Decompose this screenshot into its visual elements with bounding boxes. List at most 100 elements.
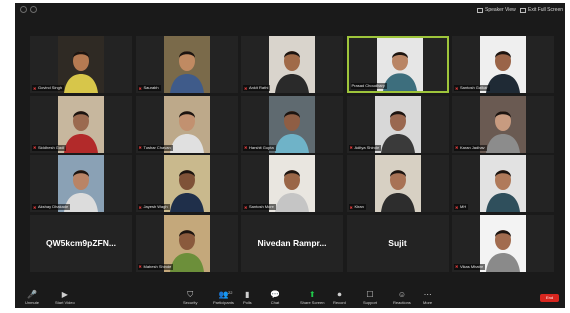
participant-video: [163, 155, 210, 212]
support-button[interactable]: ☐ Support: [363, 290, 377, 305]
participant-name-tag: ✖ Jayesh Wagh: [137, 204, 170, 210]
muted-microphone-icon: ✖: [33, 204, 37, 210]
muted-microphone-icon: ✖: [138, 264, 142, 269]
participant-tile[interactable]: ✖ Santosh Gaikar: [452, 36, 554, 93]
participant-tile[interactable]: ✖ Jayesh Wagh: [135, 155, 238, 212]
support-icon: ☐: [366, 290, 374, 299]
participant-silhouette: [275, 51, 309, 93]
reactions-button[interactable]: ☺ Reactions: [393, 290, 411, 305]
participant-name: Vikas Mhatre: [460, 263, 484, 269]
speaker-view-label: Speaker View: [485, 7, 516, 13]
participant-name: Aditya Shinde: [354, 144, 380, 150]
participant-gallery: ✖ Govind Singh ✖ Saurabh ✖ Ankit Rathi Prasad …: [30, 36, 554, 281]
participant-tile[interactable]: ✖ Santosh More: [241, 155, 343, 212]
polls-icon: ▮: [245, 290, 250, 299]
participant-display-name: Sujit: [388, 238, 407, 248]
meeting-window: Speaker View Exit Full Screen ✖ Govind Si…: [15, 3, 565, 308]
participant-name: Santosh Gaikar: [460, 85, 488, 90]
share-screen-icon: ⬆: [308, 290, 316, 299]
participant-silhouette: [486, 229, 520, 272]
polls-button[interactable]: ▮ Polls: [243, 290, 252, 305]
unmute-button[interactable]: 🎤 Unmute: [25, 290, 39, 305]
participant-tile[interactable]: Nivedan Rampr...: [241, 214, 343, 272]
participant-silhouette: [275, 110, 309, 153]
more-icon: ⋯: [423, 290, 432, 299]
participant-silhouette: [64, 51, 98, 93]
participant-name-tag: ✖ Saurabh: [137, 85, 161, 91]
toolbar-label: Start Video: [55, 300, 75, 305]
exit-fullscreen-label: Exit Full Screen: [528, 7, 564, 13]
participant-tile[interactable]: ✖ Ankit Rathi: [241, 36, 343, 93]
start-video-button[interactable]: ▶ Start Video: [55, 290, 75, 305]
meeting-toolbar: End 🎤 Unmute ▶ Start Video ⛉ Security 👥 Partici…: [15, 289, 565, 308]
toolbar-label: Polls: [243, 300, 252, 305]
participant-silhouette: [169, 51, 204, 93]
participant-tile[interactable]: ✖ Aditya Shinde: [346, 95, 449, 153]
participants-button[interactable]: 👥 Participants 22: [213, 290, 234, 305]
participant-count-badge: 22: [228, 290, 233, 295]
chat-icon: 💬: [270, 290, 280, 299]
participant-video: [480, 95, 526, 153]
toolbar-label: Record: [333, 300, 346, 305]
exit-fullscreen-button[interactable]: Exit Full Screen: [520, 5, 563, 15]
participant-video: [163, 36, 210, 93]
participant-video: [269, 36, 315, 93]
more-button[interactable]: ⋯ More: [423, 290, 432, 305]
toolbar-label: Security: [183, 300, 198, 305]
participant-tile[interactable]: ✖ Siddhesh Gadi: [30, 95, 132, 153]
shield-icon: ⛉: [187, 290, 194, 299]
end-meeting-button[interactable]: End: [540, 294, 559, 302]
participant-tile[interactable]: ✖ Govind Singh: [30, 36, 132, 93]
participant-tile[interactable]: Prasad Choudhary: [346, 36, 449, 93]
video-off-icon: ▶: [61, 290, 68, 299]
participant-name-tag: ✖ MH: [454, 204, 469, 210]
participant-video: [480, 214, 526, 272]
muted-microphone-icon: ✖: [455, 145, 459, 150]
participant-display-name: Nivedan Rampr...: [257, 238, 327, 248]
participant-name: Harshit Gupta: [249, 144, 274, 150]
chat-button[interactable]: 💬 Chat: [270, 290, 280, 305]
speaker-view-button[interactable]: Speaker View: [477, 5, 516, 15]
participant-name: Prasad Choudhary: [351, 83, 385, 88]
muted-microphone-icon: ✖: [455, 85, 459, 91]
participant-name: Jayesh Wagh: [143, 204, 168, 209]
participant-name-tag: ✖ Govind Singh: [32, 85, 65, 91]
participant-tile[interactable]: ✖ MH: [452, 155, 554, 212]
participant-tile[interactable]: ✖ Harshit Gupta: [241, 95, 343, 153]
participant-tile[interactable]: ✖ Kiran: [346, 155, 449, 212]
muted-microphone-icon: ✖: [33, 85, 37, 91]
participant-name: Kiran: [354, 204, 364, 209]
participant-name: Tushar Chavan: [143, 144, 171, 150]
participant-tile[interactable]: QW5kcm9pZFN...: [30, 214, 132, 272]
toolbar-label: Share Screen: [300, 300, 325, 305]
participant-name: Karan Jadhav: [460, 144, 485, 150]
muted-microphone-icon: ✖: [138, 145, 142, 150]
participant-name-tag: ✖ Santosh More: [243, 204, 276, 210]
participant-silhouette: [486, 170, 520, 212]
participant-silhouette: [380, 110, 415, 153]
participant-tile[interactable]: ✖ Saurabh: [135, 36, 238, 93]
record-icon: ⏺: [337, 290, 342, 299]
participant-tile[interactable]: ✖ Vikas Mhatre: [452, 214, 554, 272]
participant-tile[interactable]: ✖ Tushar Chavan: [135, 95, 238, 153]
muted-microphone-icon: ✖: [349, 204, 353, 210]
security-button[interactable]: ⛉ Security: [183, 290, 197, 305]
participant-tile[interactable]: ✖ Akshay Dhakade: [30, 155, 132, 212]
security-shield-icon[interactable]: [30, 6, 37, 13]
participant-name-tag: Prasad Choudhary: [350, 83, 387, 89]
participant-tile[interactable]: Sujit: [346, 214, 449, 272]
record-button[interactable]: ⏺ Record: [333, 290, 346, 305]
participant-silhouette: [486, 110, 520, 153]
participant-tile[interactable]: ✖ Karan Jadhav: [452, 95, 554, 153]
muted-microphone-icon: ✖: [244, 145, 248, 150]
participant-tile[interactable]: ✖ Mahesh Shinde: [135, 214, 238, 272]
info-icon[interactable]: [20, 6, 27, 13]
toolbar-label: More: [423, 300, 433, 305]
share-screen-button[interactable]: ⬆ Share Screen: [300, 290, 324, 305]
participant-video: [480, 155, 526, 212]
muted-microphone-icon: ✖: [349, 145, 353, 150]
participant-silhouette: [169, 170, 204, 212]
participant-name: MH: [460, 204, 467, 209]
muted-microphone-icon: ✖: [455, 204, 459, 210]
muted-microphone-icon: ✖: [33, 145, 37, 150]
